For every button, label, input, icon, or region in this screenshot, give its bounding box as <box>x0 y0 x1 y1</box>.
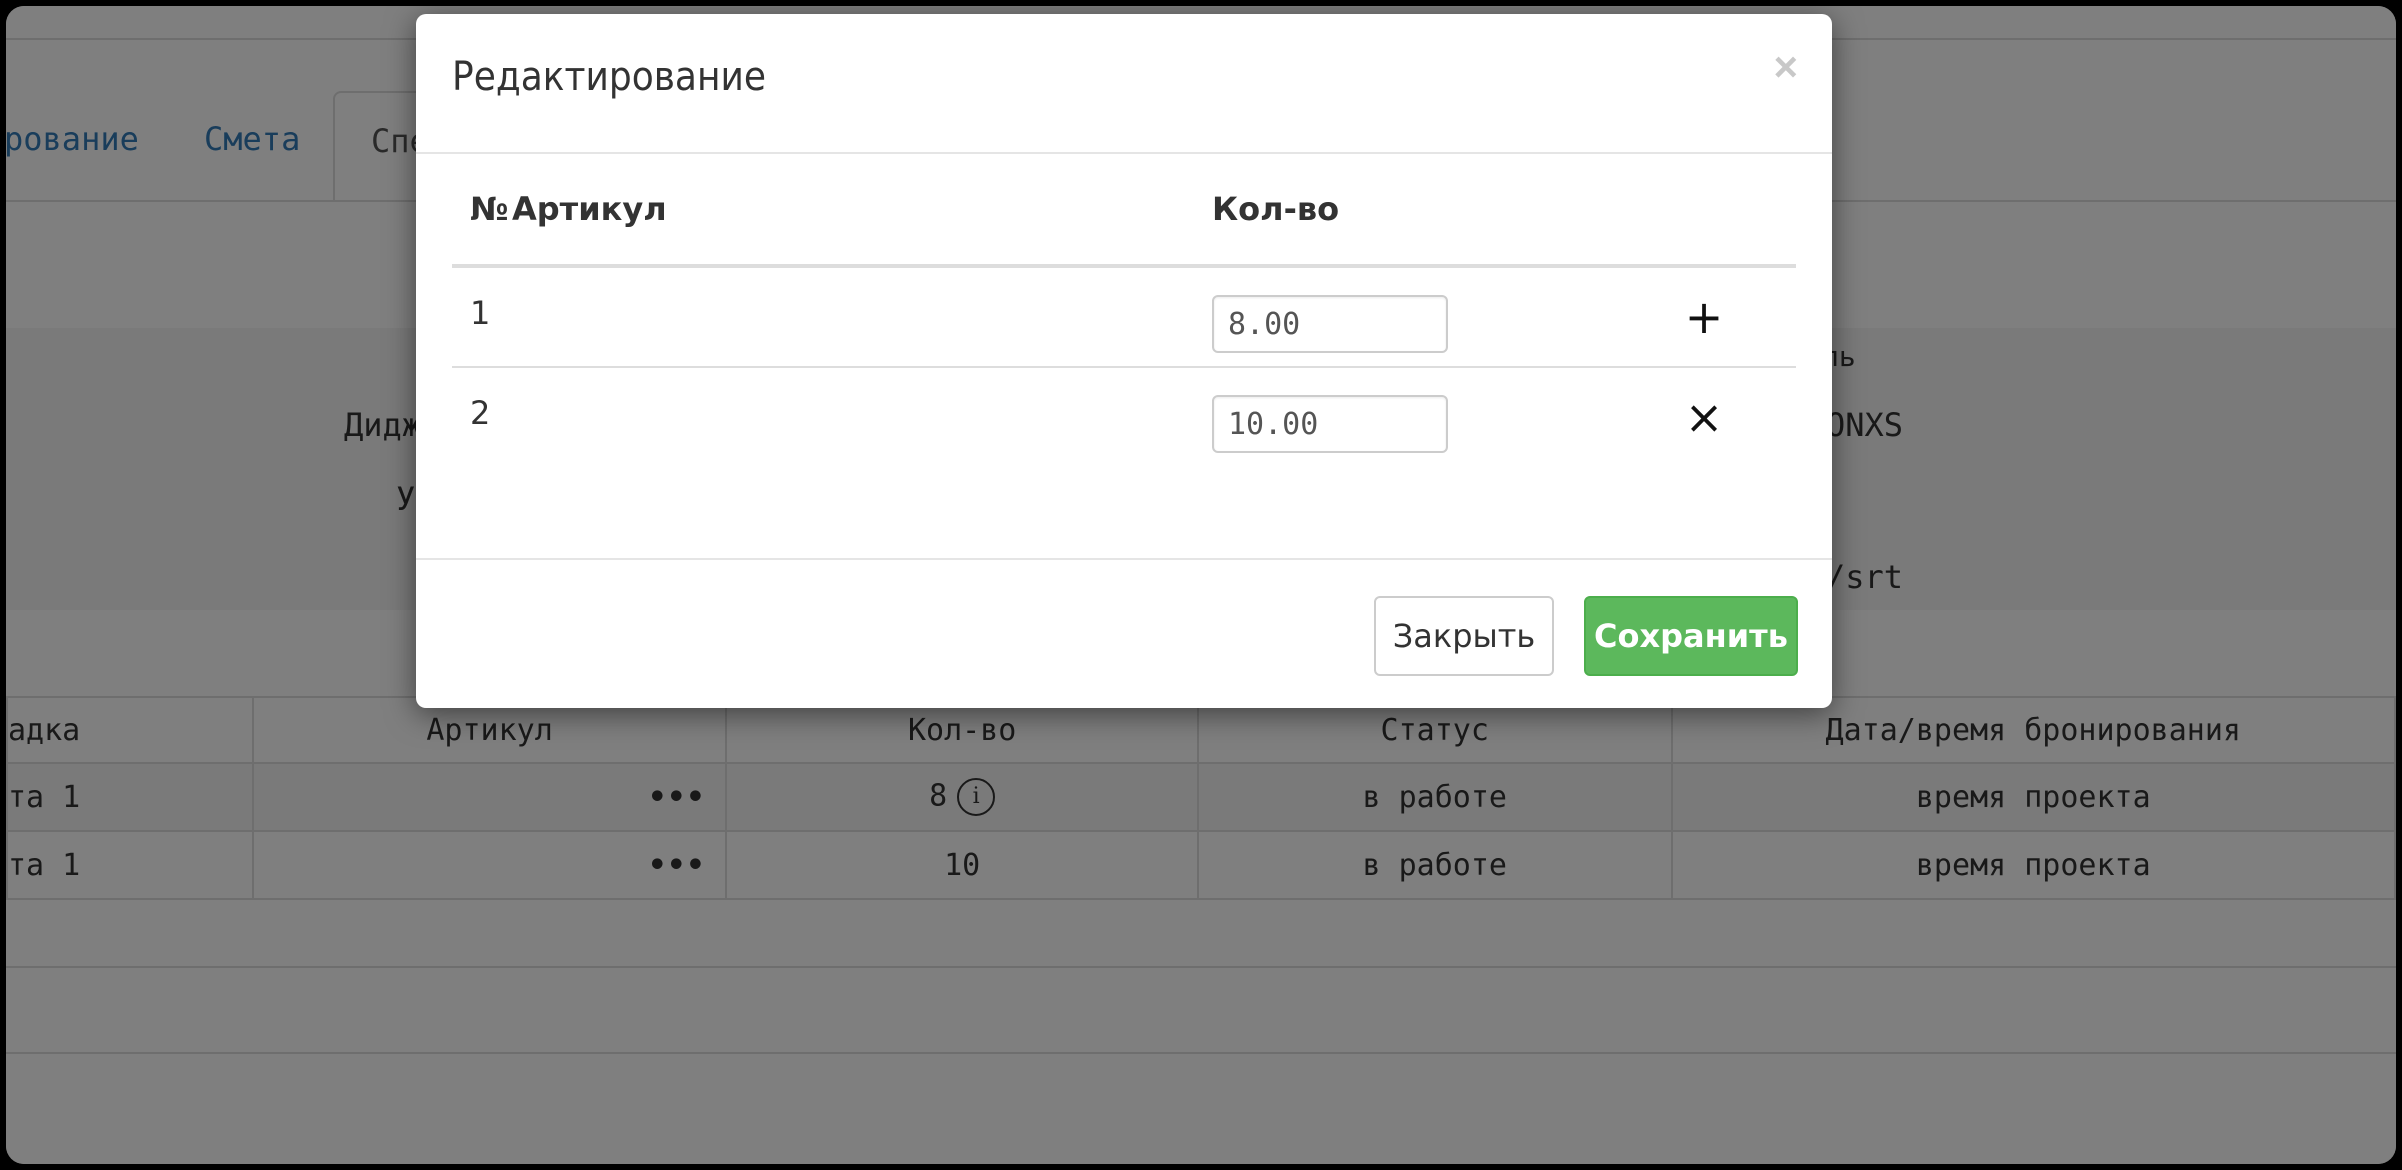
qty-cell <box>1212 367 1612 466</box>
column-header-actions <box>1612 154 1796 268</box>
qty-cell <box>1212 266 1612 368</box>
modal-body: № Артикул Кол-во 1 + 2 × <box>452 154 1796 466</box>
modal-title: Редактирование <box>452 54 767 100</box>
modal-footer: Закрыть Сохранить <box>416 558 1832 710</box>
edit-table-row: 2 × <box>452 367 1796 466</box>
close-icon[interactable]: × <box>1773 46 1798 88</box>
edit-table: № Артикул Кол-во 1 + 2 × <box>452 154 1796 466</box>
edit-modal: Редактирование × № Артикул Кол-во 1 + <box>416 14 1832 708</box>
app-window: рование Смета Спе ль Дидж У ONXS /srt ад… <box>6 6 2396 1164</box>
close-icon[interactable]: × <box>1685 390 1724 444</box>
close-button[interactable]: Закрыть <box>1374 596 1554 676</box>
edit-table-row: 1 + <box>452 266 1796 368</box>
modal-header: Редактирование × <box>416 14 1832 154</box>
column-header-article: Артикул <box>512 154 1212 268</box>
row-number: 1 <box>452 266 512 368</box>
quantity-input[interactable] <box>1212 395 1448 453</box>
edit-table-header: № Артикул Кол-во <box>452 154 1796 268</box>
article-cell <box>512 266 1212 368</box>
action-cell: + <box>1612 266 1796 368</box>
column-header-number: № <box>452 154 512 268</box>
quantity-input[interactable] <box>1212 295 1448 353</box>
row-number: 2 <box>470 394 491 432</box>
action-cell: × <box>1612 367 1796 466</box>
column-header-qty: Кол-во <box>1212 154 1612 268</box>
save-button[interactable]: Сохранить <box>1584 596 1798 676</box>
plus-icon[interactable]: + <box>1685 290 1724 344</box>
article-cell <box>512 367 1212 466</box>
